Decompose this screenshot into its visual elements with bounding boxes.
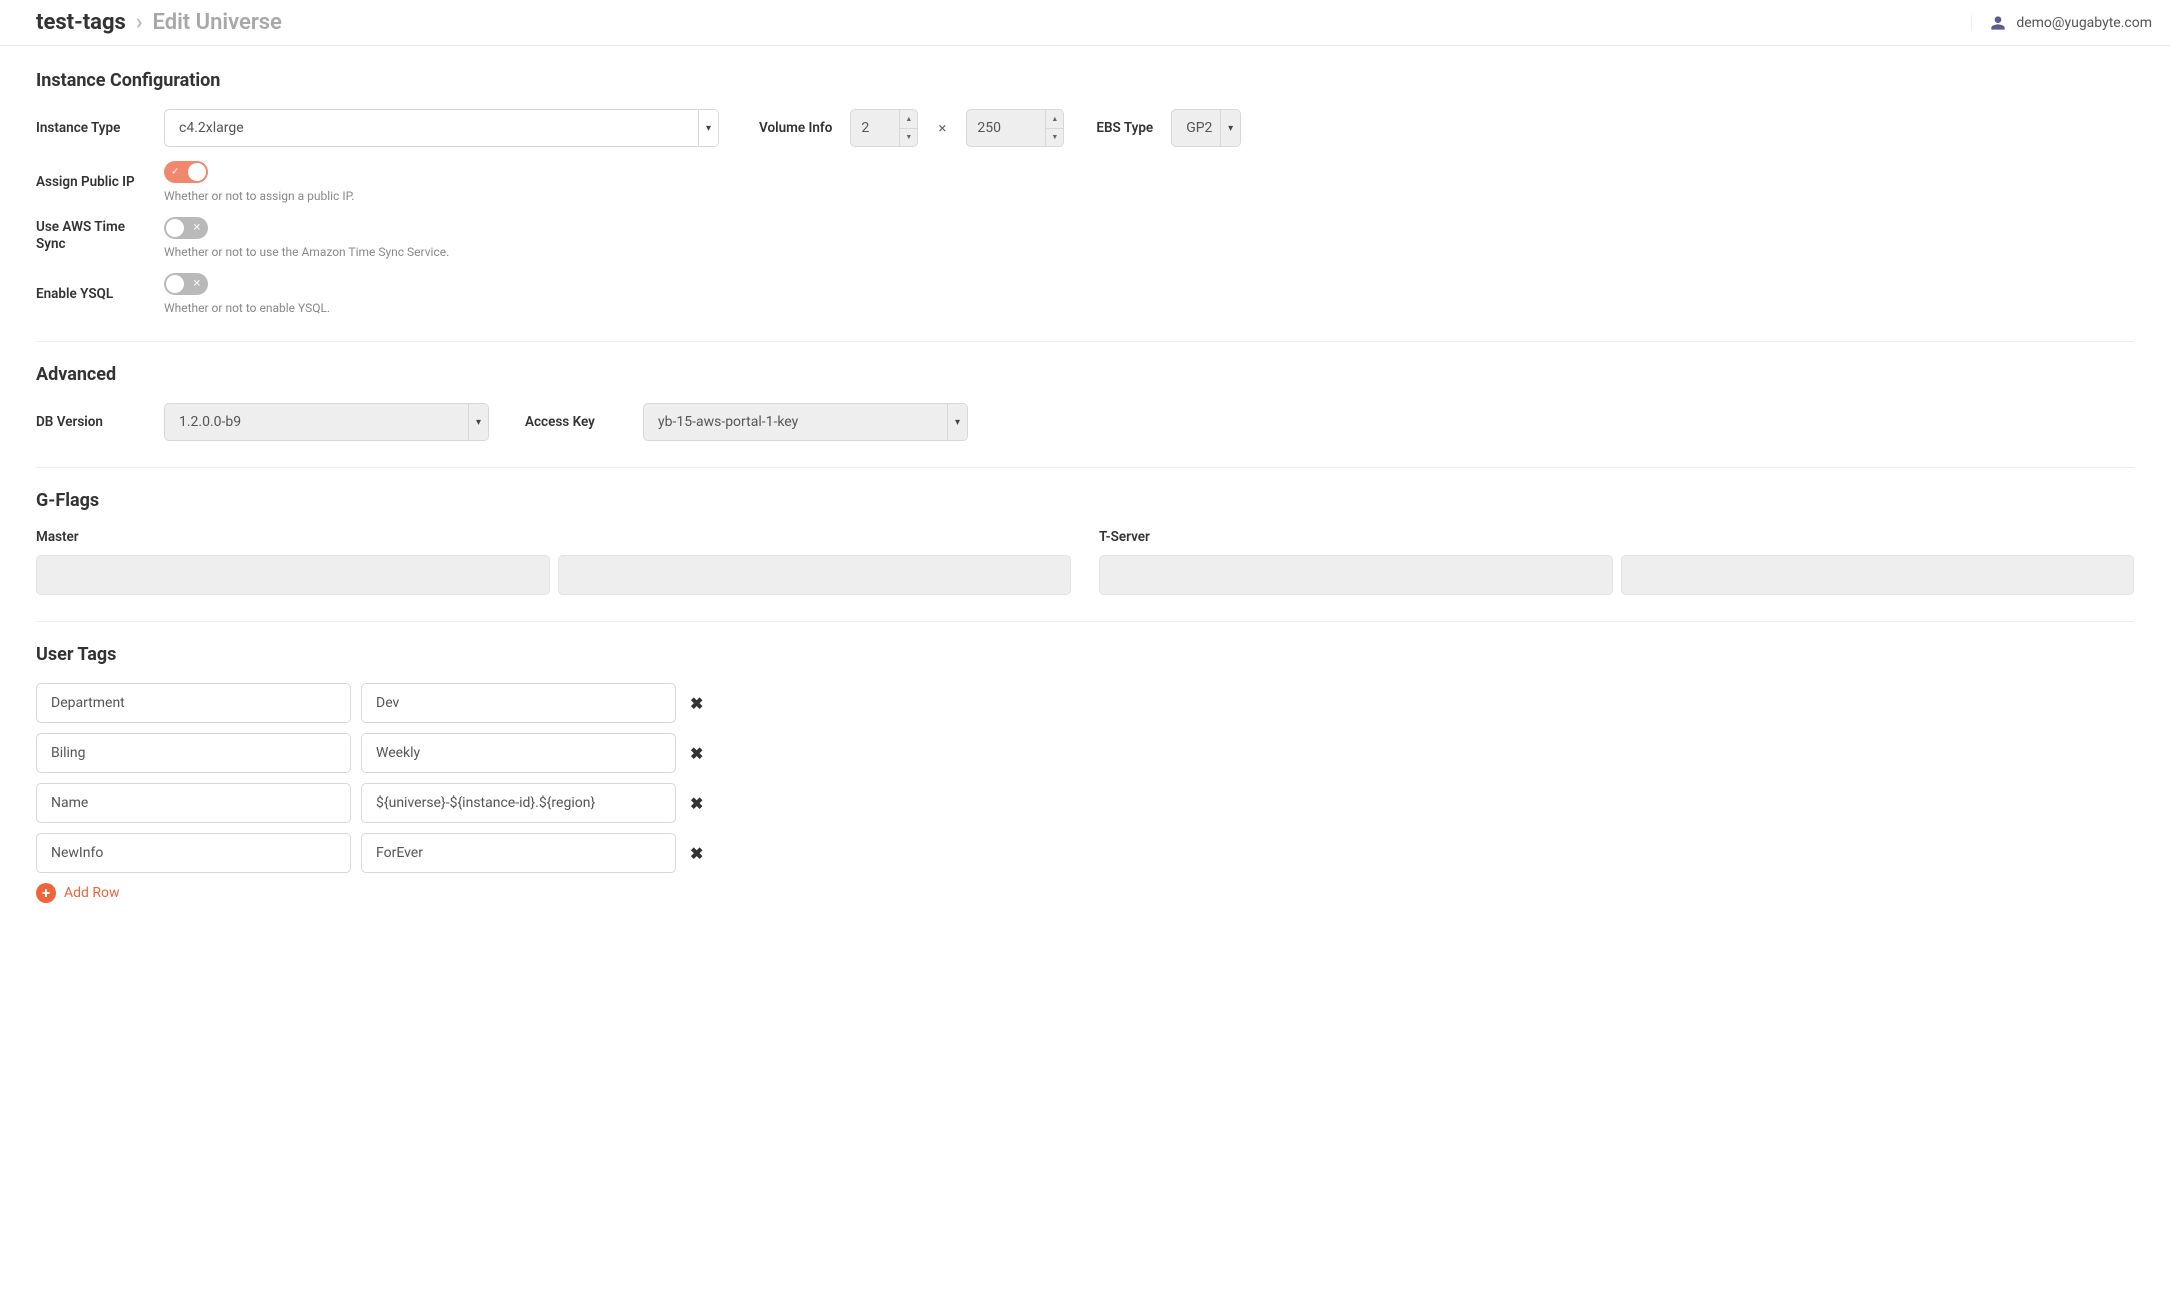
tag-key-input[interactable]: NewInfo [36,833,351,873]
caret-down-icon: ▾ [468,404,488,440]
breadcrumb-action: Edit Universe [152,10,281,35]
user-tags-list: DepartmentDev✖BilingWeekly✖Name${univers… [36,683,2134,873]
ebs-type-value: GP2 [1172,120,1220,136]
tag-value-input[interactable]: Weekly [361,733,676,773]
volume-size-down[interactable]: ▼ [1046,128,1063,147]
db-version-value: 1.2.0.0-b9 [165,414,468,430]
tag-key-input[interactable]: Name [36,783,351,823]
breadcrumb-universe-link[interactable]: test-tags [36,10,126,35]
content: Instance Configuration Instance Type c4.… [0,46,2170,931]
row-advanced: DB Version 1.2.0.0-b9 ▾ Access Key yb-15… [36,403,2134,441]
user-email: demo@yugabyte.com [2016,15,2152,31]
tag-key-input[interactable]: Biling [36,733,351,773]
tag-value-input[interactable]: ${universe}-${instance-id}.${region} [361,783,676,823]
topbar: test-tags › Edit Universe demo@yugabyte.… [0,0,2170,46]
tserver-flag-value-input[interactable] [1621,555,2135,595]
row-public-ip: Assign Public IP ✓ Whether or not to ass… [36,161,2134,203]
tag-row: DepartmentDev ✖ [36,683,2134,723]
helper-aws-time: Whether or not to use the Amazon Time Sy… [164,245,449,259]
instance-type-value: c4.2xlarge [165,120,698,136]
gflags: Master T-Server [36,529,2134,595]
divider [36,621,2134,622]
remove-row-button[interactable]: ✖ [686,744,707,763]
row-ysql: Enable YSQL ✕ Whether or not to enable Y… [36,273,2134,315]
remove-row-button[interactable]: ✖ [686,844,707,863]
db-version-select[interactable]: 1.2.0.0-b9 ▾ [164,403,489,441]
x-icon: ✕ [193,279,201,290]
master-flag-key-input[interactable] [36,555,550,595]
helper-public-ip: Whether or not to assign a public IP. [164,189,354,203]
section-title-user-tags: User Tags [36,644,2134,665]
breadcrumb: test-tags › Edit Universe [36,10,282,35]
volume-count-down[interactable]: ▼ [900,128,917,147]
caret-down-icon: ▾ [947,404,967,440]
volume-count-stepper[interactable]: 2 ▲ ▼ [850,109,918,147]
label-ysql: Enable YSQL [36,286,146,303]
label-master: Master [36,529,1071,545]
tag-row: BilingWeekly ✖ [36,733,2134,773]
tag-value-input[interactable]: Dev [361,683,676,723]
access-key-value: yb-15-aws-portal-1-key [644,414,947,430]
caret-down-icon: ▾ [698,110,718,146]
add-row-button[interactable]: + Add Row [36,883,2134,903]
instance-type-select[interactable]: c4.2xlarge ▾ [164,109,719,147]
label-ebs-type: EBS Type [1096,120,1153,136]
divider [36,341,2134,342]
add-row-label: Add Row [64,885,120,901]
toggle-ysql[interactable]: ✕ [164,273,208,295]
tserver-flag-key-input[interactable] [1099,555,1613,595]
label-volume-info: Volume Info [759,120,832,136]
multiply-icon: × [936,119,948,137]
row-instance-type: Instance Type c4.2xlarge ▾ Volume Info 2… [36,109,2134,147]
section-title-gflags: G-Flags [36,490,2134,511]
ebs-type-select[interactable]: GP2 ▾ [1171,109,1241,147]
x-icon: ✕ [193,223,201,234]
volume-size-value: 250 [967,110,1045,146]
gflags-tserver: T-Server [1099,529,2134,595]
chevron-right-icon: › [136,10,143,35]
access-key-select[interactable]: yb-15-aws-portal-1-key ▾ [643,403,968,441]
toggle-knob [166,275,184,293]
volume-size-stepper[interactable]: 250 ▲ ▼ [966,109,1064,147]
check-icon: ✓ [171,167,179,178]
divider [36,467,2134,468]
row-aws-time: Use AWS Time Sync ✕ Whether or not to us… [36,217,2134,259]
tag-key-input[interactable]: Department [36,683,351,723]
label-access-key: Access Key [525,414,625,430]
volume-size-up[interactable]: ▲ [1046,110,1063,128]
remove-row-button[interactable]: ✖ [686,794,707,813]
label-aws-time: Use AWS Time Sync [36,217,146,253]
caret-down-icon: ▾ [1220,110,1240,146]
user-menu[interactable]: demo@yugabyte.com [1971,15,2152,31]
label-db-version: DB Version [36,414,146,431]
section-title-instance-config: Instance Configuration [36,70,2134,91]
toggle-knob [188,163,206,181]
user-icon [1990,15,2006,31]
label-instance-type: Instance Type [36,120,146,137]
tag-row: NewInfoForEver ✖ [36,833,2134,873]
gflags-master: Master [36,529,1071,595]
plus-icon: + [36,883,56,903]
volume-count-up[interactable]: ▲ [900,110,917,128]
section-title-advanced: Advanced [36,364,2134,385]
helper-ysql: Whether or not to enable YSQL. [164,301,330,315]
label-public-ip: Assign Public IP [36,174,146,191]
toggle-knob [166,219,184,237]
tag-value-input[interactable]: ForEver [361,833,676,873]
toggle-public-ip[interactable]: ✓ [164,161,208,183]
remove-row-button[interactable]: ✖ [686,694,707,713]
toggle-aws-time[interactable]: ✕ [164,217,208,239]
master-flag-value-input[interactable] [558,555,1072,595]
tag-row: Name${universe}-${instance-id}.${region}… [36,783,2134,823]
label-tserver: T-Server [1099,529,2134,545]
volume-count-value: 2 [851,110,899,146]
